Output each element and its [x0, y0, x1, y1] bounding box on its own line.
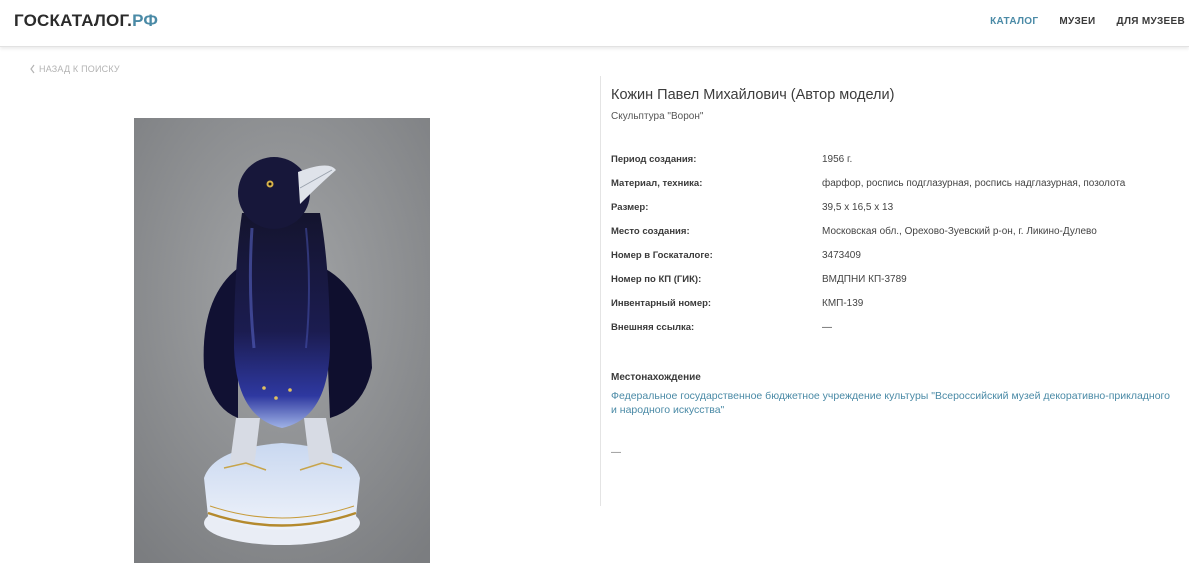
property-row: Период создания: 1956 г. [611, 154, 1171, 178]
site-logo[interactable]: ГОСКАТАЛОГ.РФ [14, 11, 158, 31]
property-row: Инвентарный номер: КМП-139 [611, 298, 1171, 322]
property-row: Номер по КП (ГИК): ВМДПНИ КП-3789 [611, 274, 1171, 298]
property-value: 3473409 [822, 250, 861, 261]
back-link-label: НАЗАД К ПОИСКУ [39, 64, 120, 74]
property-label: Материал, техника: [611, 178, 703, 189]
property-label: Место создания: [611, 226, 690, 237]
chevron-left-icon [30, 64, 35, 74]
top-bar: ГОСКАТАЛОГ.РФ КАТАЛОГ МУЗЕИ ДЛЯ МУЗЕЕВ [0, 0, 1189, 47]
footer-dash: — [611, 447, 621, 458]
property-label: Период создания: [611, 154, 697, 165]
nav-museums[interactable]: МУЗЕИ [1059, 16, 1095, 27]
museum-link[interactable]: Федеральное государственное бюджетное уч… [611, 389, 1171, 417]
property-value: 1956 г. [822, 154, 853, 165]
properties-table: Период создания: 1956 г. Материал, техни… [611, 154, 1171, 346]
property-label: Инвентарный номер: [611, 298, 712, 309]
main-nav: КАТАЛОГ МУЗЕИ ДЛЯ МУЗЕЕВ [990, 16, 1185, 27]
property-row: Номер в Госкаталоге: 3473409 [611, 250, 1171, 274]
raven-sculpture-image [134, 118, 430, 563]
property-value: — [822, 322, 832, 333]
column-divider [600, 76, 601, 506]
back-to-search-link[interactable]: НАЗАД К ПОИСКУ [29, 64, 120, 74]
property-value: фарфор, роспись подглазурная, роспись на… [822, 178, 1126, 189]
logo-main: ГОСКАТАЛОГ. [14, 11, 133, 30]
property-row: Размер: 39,5 х 16,5 х 13 [611, 202, 1171, 226]
property-value: ВМДПНИ КП-3789 [822, 274, 907, 285]
location-heading: Местонахождение [611, 372, 701, 383]
property-value: Московская обл., Орехово-Зуевский р-он, … [822, 226, 1097, 237]
nav-catalog[interactable]: КАТАЛОГ [990, 16, 1038, 27]
property-row: Материал, техника: фарфор, роспись подгл… [611, 178, 1171, 202]
property-label: Внешняя ссылка: [611, 322, 695, 333]
property-row: Внешняя ссылка: — [611, 322, 1171, 346]
item-author: Кожин Павел Михайлович (Автор модели) [611, 87, 895, 103]
logo-tld: РФ [132, 11, 159, 30]
property-label: Номер по КП (ГИК): [611, 274, 702, 285]
item-photo[interactable] [134, 118, 430, 563]
item-title: Скульптура "Ворон" [611, 111, 704, 122]
property-label: Размер: [611, 202, 649, 213]
property-value: КМП-139 [822, 298, 864, 309]
property-value: 39,5 х 16,5 х 13 [822, 202, 894, 213]
property-label: Номер в Госкаталоге: [611, 250, 713, 261]
property-row: Место создания: Московская обл., Орехово… [611, 226, 1171, 250]
nav-for-museums[interactable]: ДЛЯ МУЗЕЕВ [1117, 16, 1185, 27]
